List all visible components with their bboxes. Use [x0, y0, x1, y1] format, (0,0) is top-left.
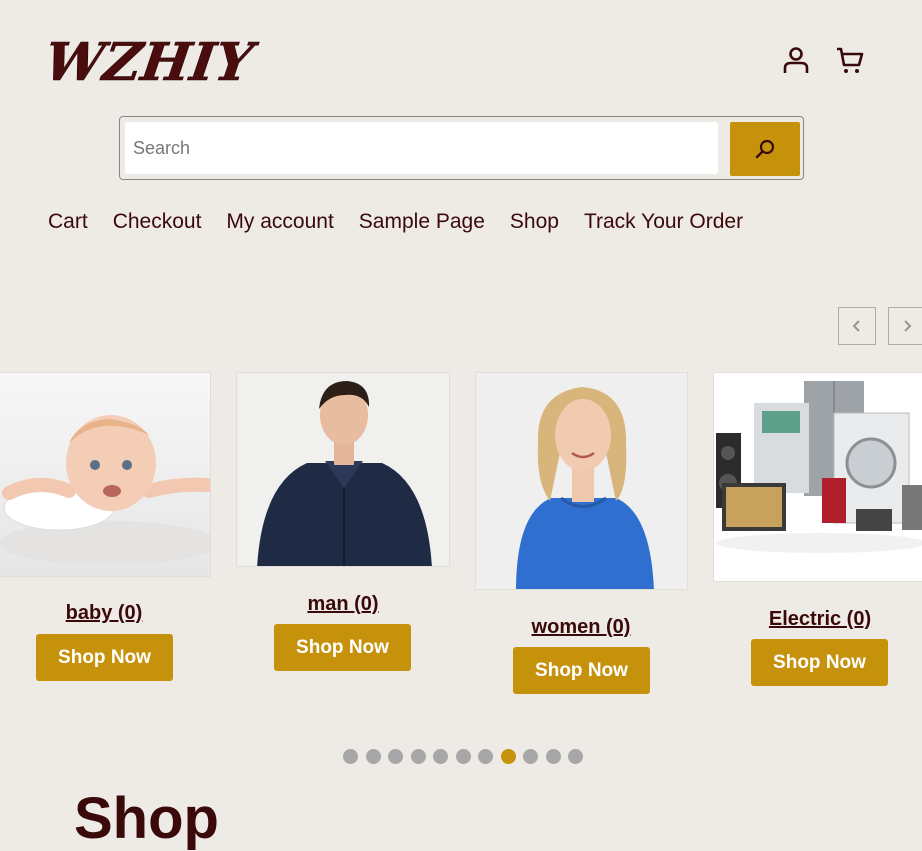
category-link-electric[interactable]: Electric (0)	[750, 608, 890, 631]
search-icon	[755, 139, 775, 159]
woman-photo	[516, 387, 654, 589]
category-link-women[interactable]: women (0)	[511, 616, 651, 639]
chevron-left-icon	[852, 320, 860, 332]
header-actions	[780, 44, 866, 76]
carousel-dot[interactable]	[478, 749, 493, 764]
shop-now-button-man[interactable]: Shop Now	[274, 624, 411, 671]
shop-now-button-women[interactable]: Shop Now	[513, 647, 650, 694]
chevron-right-icon	[904, 320, 912, 332]
carousel-dot[interactable]	[523, 749, 538, 764]
carousel-dot[interactable]	[568, 749, 583, 764]
category-image-electric[interactable]	[713, 372, 922, 582]
nav-item-shop[interactable]: Shop	[510, 210, 559, 234]
page-title: Shop	[74, 786, 219, 851]
shop-now-button-electric[interactable]: Shop Now	[751, 639, 888, 686]
cart-button[interactable]	[834, 44, 866, 76]
category-image-women[interactable]	[475, 372, 688, 590]
carousel-dot[interactable]	[433, 749, 448, 764]
carousel-dot-active[interactable]	[500, 749, 516, 764]
search-input[interactable]	[125, 122, 718, 174]
carousel-dot[interactable]	[343, 749, 358, 764]
logo-graphic: WZHIY	[41, 32, 262, 93]
category-image-baby[interactable]	[0, 372, 211, 577]
account-button[interactable]	[780, 44, 812, 76]
carousel-pagination	[343, 749, 583, 764]
nav-item-my-account[interactable]: My account	[226, 210, 333, 234]
logo-text: WZHIY	[48, 32, 260, 92]
carousel-dot[interactable]	[410, 749, 426, 764]
appliances-photo	[716, 381, 922, 553]
nav-item-sample-page[interactable]: Sample Page	[359, 210, 485, 234]
man-photo	[257, 381, 432, 566]
carousel-next-button[interactable]	[888, 307, 922, 345]
carousel-dot[interactable]	[365, 749, 381, 764]
search-button[interactable]	[730, 122, 800, 176]
category-link-man[interactable]: man (0)	[273, 593, 413, 616]
category-link-baby[interactable]: baby (0)	[34, 602, 174, 625]
baby-photo	[0, 415, 210, 565]
carousel-dot[interactable]	[388, 749, 403, 764]
nav-item-track-order[interactable]: Track Your Order	[584, 210, 743, 234]
site-logo[interactable]: WZHIY	[41, 30, 262, 93]
shop-now-button-baby[interactable]: Shop Now	[36, 634, 173, 681]
nav-item-checkout[interactable]: Checkout	[113, 210, 202, 234]
carousel-dot[interactable]	[545, 749, 561, 764]
nav-item-cart[interactable]: Cart	[48, 210, 88, 234]
category-image-man[interactable]	[236, 372, 450, 567]
carousel-prev-button[interactable]	[838, 307, 876, 345]
search-bar	[119, 116, 804, 180]
main-nav: Cart Checkout My account Sample Page Sho…	[48, 210, 743, 234]
carousel-dot[interactable]	[455, 749, 471, 764]
cart-icon	[837, 47, 864, 73]
user-icon	[783, 47, 809, 73]
